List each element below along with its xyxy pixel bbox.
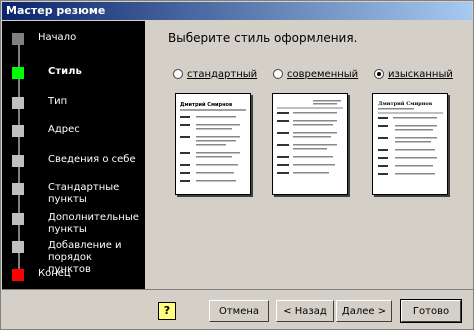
step-marker-icon (12, 67, 24, 79)
window-title: Мастер резюме (6, 4, 106, 17)
step-end[interactable]: Конец (2, 265, 145, 289)
button-bar: ? Отмена < Назад Далее > Готово (2, 289, 473, 330)
radio-dot-icon[interactable] (374, 69, 384, 79)
step-marker-icon (12, 125, 24, 137)
preview-standard[interactable]: Дмитрий Смирнов (175, 93, 251, 195)
step-marker-icon (12, 213, 24, 225)
radio-label[interactable]: изысканный (388, 69, 453, 80)
step-start[interactable]: Начало (2, 29, 145, 53)
radio-dot-icon[interactable] (173, 69, 183, 79)
style-prompt: Выберите стиль оформления. (168, 31, 358, 45)
step-style[interactable]: Стиль (2, 63, 145, 87)
preview-modern[interactable] (272, 93, 348, 195)
step-marker-icon (12, 33, 24, 45)
wizard-content: Выберите стиль оформления. стандартный с… (146, 21, 472, 289)
step-address[interactable]: Адрес (2, 121, 145, 145)
step-type[interactable]: Тип (2, 93, 145, 117)
step-about[interactable]: Сведения о себе (2, 151, 145, 175)
preview-title: Дмитрий Смирнов (180, 101, 232, 108)
radio-modern[interactable]: современный (273, 67, 358, 81)
radio-label[interactable]: стандартный (187, 69, 257, 80)
radio-label[interactable]: современный (287, 69, 358, 80)
step-label: Начало (38, 32, 77, 43)
step-label: Тип (48, 96, 68, 107)
radio-standard[interactable]: стандартный (173, 67, 257, 81)
radio-dot-icon[interactable] (273, 69, 283, 79)
back-button[interactable]: < Назад (276, 300, 334, 322)
step-marker-icon (12, 241, 24, 253)
step-marker-icon (12, 97, 24, 109)
step-add-order[interactable]: Добавление и порядок пунктов (2, 237, 145, 275)
help-icon[interactable]: ? (158, 302, 176, 320)
step-extra-items[interactable]: Дополнительные пункты (2, 209, 145, 235)
preview-title: Дмитрий Смирнов (378, 100, 433, 107)
preview-elegant[interactable]: Дмитрий Смирнов (372, 93, 448, 195)
step-label: Стиль (48, 66, 82, 77)
step-marker-icon (12, 269, 24, 281)
finish-button[interactable]: Готово (400, 299, 462, 323)
step-label: Сведения о себе (48, 154, 136, 165)
cancel-button[interactable]: Отмена (209, 300, 269, 322)
resume-preview-icon: Дмитрий Смирнов (378, 100, 443, 175)
wizard-steps-sidebar: Начало Стиль Тип Адрес Сведения о себе С… (2, 21, 145, 289)
step-label: Конец (38, 268, 71, 279)
resume-preview-icon (277, 100, 343, 174)
step-marker-icon (12, 183, 24, 195)
step-standard-items[interactable]: Стандартные пункты (2, 179, 145, 205)
radio-elegant[interactable]: изысканный (374, 67, 453, 81)
resume-wizard-window: Мастер резюме Начало Стиль Тип Адрес Све… (0, 0, 474, 330)
step-marker-icon (12, 155, 24, 167)
resume-preview-icon: Дмитрий Смирнов (180, 101, 246, 182)
step-label: Стандартные пункты (48, 182, 120, 205)
title-bar: Мастер резюме (2, 2, 472, 20)
next-button[interactable]: Далее > (336, 300, 392, 322)
step-label: Адрес (48, 124, 80, 135)
step-label: Дополнительные пункты (48, 212, 139, 235)
